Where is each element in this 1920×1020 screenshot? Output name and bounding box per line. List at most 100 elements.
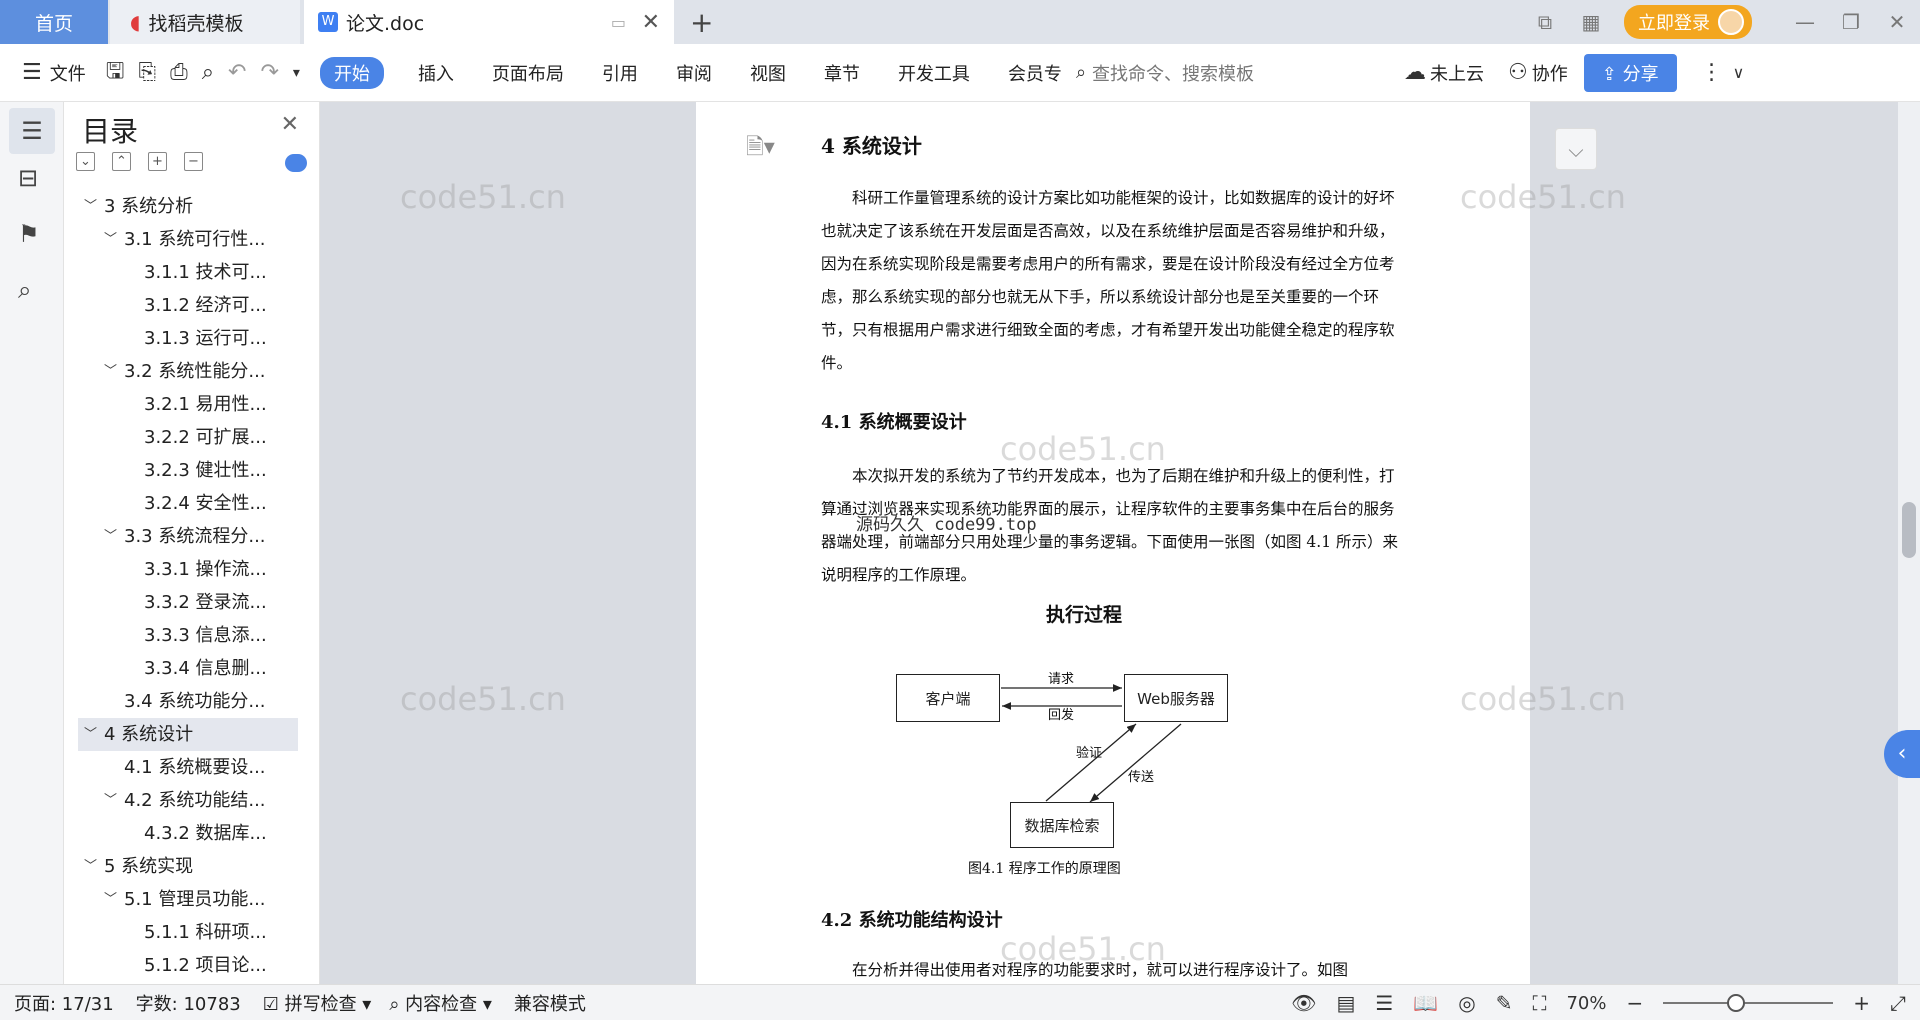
zoom-slider-knob[interactable]: [1727, 994, 1746, 1012]
tab-daoke[interactable]: ◖ 找稻壳模板: [110, 0, 300, 44]
layout-toggle-icon[interactable]: ⧉: [1522, 10, 1568, 34]
new-tab-icon[interactable]: +: [690, 6, 713, 39]
toc-item[interactable]: 3.1.1 技术可...: [78, 256, 298, 289]
zoom-slider[interactable]: [1663, 994, 1834, 1012]
toc-item[interactable]: 4.3.2 数据库...: [78, 817, 298, 850]
print-icon[interactable]: ⎙: [170, 60, 188, 85]
content-check-label: 内容检查: [405, 993, 478, 1015]
menu-file[interactable]: 文件: [50, 60, 86, 86]
undo-icon[interactable]: ↶: [228, 60, 246, 85]
cloud-status[interactable]: 未上云: [1430, 60, 1484, 86]
toc-item[interactable]: 3.3.3 信息添...: [78, 619, 298, 652]
find-icon[interactable]: ⌕: [18, 276, 31, 304]
close-toc-icon[interactable]: ✕: [281, 112, 299, 137]
quick-access-dropdown-icon[interactable]: ▾: [293, 65, 300, 81]
expand-all-icon[interactable]: ⌄: [76, 152, 95, 171]
menu-reference[interactable]: 引用: [602, 60, 638, 86]
zoom-in-icon[interactable]: +: [1853, 991, 1870, 1015]
fullscreen-icon[interactable]: ⤢: [1890, 991, 1906, 1015]
page-view-icon[interactable]: ▤: [1336, 991, 1355, 1015]
share-icon: ⇪: [1601, 63, 1623, 85]
word-count[interactable]: 字数: 10783: [136, 990, 241, 1016]
toc-panel-icon[interactable]: ☰: [9, 108, 55, 154]
toc-item[interactable]: 3.1.3 运行可...: [78, 322, 298, 355]
toc-item[interactable]: 3.2.1 易用性...: [78, 388, 298, 421]
zoom-level[interactable]: 70%: [1566, 993, 1606, 1014]
ai-assistant-icon[interactable]: [285, 154, 307, 172]
toc-item[interactable]: ﹀ 3.2 系统性能分...: [78, 355, 298, 388]
fit-page-icon[interactable]: ⛶: [1532, 991, 1546, 1015]
close-tab-icon[interactable]: ✕: [642, 10, 660, 35]
toc-item[interactable]: 3.1.2 经济可...: [78, 289, 298, 322]
toc-item[interactable]: 3.2.4 安全性...: [78, 487, 298, 520]
collapse-ribbon-icon[interactable]: ∨: [1733, 63, 1745, 82]
spell-check-button[interactable]: ☑ 拼写检查 ▾: [263, 990, 372, 1016]
toc-item[interactable]: 3.2.3 健壮性...: [78, 454, 298, 487]
add-heading-icon[interactable]: +: [148, 152, 167, 171]
tab-document-label: 论文.doc: [346, 12, 425, 35]
menu-review[interactable]: 审阅: [676, 60, 712, 86]
label-response: 回发: [1048, 708, 1075, 723]
toc-item[interactable]: 5.1.1 科研项...: [78, 916, 298, 949]
menu-chapter[interactable]: 章节: [824, 60, 860, 86]
page-indicator[interactable]: 页面: 17/31: [14, 990, 114, 1016]
login-button[interactable]: 立即登录: [1624, 5, 1752, 39]
collapse-all-icon[interactable]: ⌃: [112, 152, 131, 171]
eye-protect-icon[interactable]: 👁: [1291, 991, 1316, 1015]
scroll-thumb[interactable]: [1902, 502, 1916, 558]
toc-item[interactable]: 3.3.4 信息删...: [78, 652, 298, 685]
toc-item[interactable]: ﹀ 4.2 系统功能结...: [78, 784, 298, 817]
toc-item[interactable]: 3.3.2 登录流...: [78, 586, 298, 619]
search-icon[interactable]: ⌕: [1076, 62, 1086, 83]
outline-icon[interactable]: ⊟: [18, 164, 38, 192]
redo-icon[interactable]: ↷: [260, 60, 278, 85]
menu-devtools[interactable]: 开发工具: [898, 60, 970, 86]
minimize-icon[interactable]: —: [1782, 10, 1828, 34]
toc-item-selected[interactable]: ﹀ 4 系统设计: [78, 718, 298, 751]
export-icon[interactable]: ⎘: [138, 60, 156, 85]
bookmark-icon[interactable]: ⚑: [18, 220, 40, 248]
menu-insert[interactable]: 插入: [418, 60, 454, 86]
command-search[interactable]: 查找命令、搜索模板: [1092, 60, 1254, 86]
label-send: 传送: [1128, 770, 1155, 785]
toc-item[interactable]: 3.4 系统功能分...: [78, 685, 298, 718]
remove-heading-icon[interactable]: −: [184, 152, 203, 171]
collab-icon[interactable]: ⚇: [1508, 60, 1528, 85]
cloud-icon[interactable]: ☁: [1404, 60, 1426, 85]
tab-monitor-icon[interactable]: ▭: [611, 13, 626, 32]
toc-item[interactable]: 3.3.1 操作流...: [78, 553, 298, 586]
close-window-icon[interactable]: ✕: [1874, 10, 1920, 34]
zoom-out-icon[interactable]: −: [1626, 991, 1643, 1015]
toc-item[interactable]: ﹀ 3 系统分析: [78, 190, 298, 223]
filter-icon[interactable]: ⌵: [1555, 128, 1597, 170]
save-icon[interactable]: 🖫: [106, 54, 125, 92]
outline-view-icon[interactable]: ☰: [1375, 991, 1393, 1015]
menu-start[interactable]: 开始: [319, 56, 384, 89]
toc-item[interactable]: ﹀ 3.3 系统流程分...: [78, 520, 298, 553]
collab-button[interactable]: 协作: [1532, 60, 1568, 86]
menu-member[interactable]: 会员专: [1008, 60, 1062, 86]
toc-item[interactable]: 3.2.2 可扩展...: [78, 421, 298, 454]
web-view-icon[interactable]: ◎: [1458, 991, 1475, 1015]
print-preview-icon[interactable]: ⌕: [202, 60, 214, 85]
toc-item[interactable]: 4.1 系统概要设...: [78, 751, 298, 784]
more-icon[interactable]: ⋮: [1701, 60, 1723, 85]
restore-icon[interactable]: ❐: [1828, 10, 1874, 34]
toc-item[interactable]: ﹀ 5.1 管理员功能...: [78, 883, 298, 916]
toc-item[interactable]: ﹀ 5 系统实现: [78, 850, 298, 883]
hamburger-icon[interactable]: ☰: [22, 60, 42, 85]
write-mode-icon[interactable]: ✎: [1496, 991, 1513, 1015]
toc-item[interactable]: 5.1.2 项目论...: [78, 949, 298, 982]
daoke-logo-icon: ◖: [130, 10, 141, 34]
menu-page-layout[interactable]: 页面布局: [492, 60, 564, 86]
share-button[interactable]: ⇪ 分享: [1583, 53, 1677, 92]
apps-grid-icon[interactable]: ▦: [1568, 10, 1614, 34]
toc-item[interactable]: ﹀ 3.1 系统可行性...: [78, 223, 298, 256]
menu-view[interactable]: 视图: [750, 60, 786, 86]
tab-document[interactable]: W 论文.doc ▭ ✕: [304, 0, 674, 44]
tab-home[interactable]: 首页: [0, 0, 108, 44]
read-mode-icon[interactable]: 📖: [1413, 991, 1438, 1015]
content-check-button[interactable]: ⌕ 内容检查 ▾: [389, 990, 492, 1016]
document-page[interactable]: 🗎▾ 4 系统设计 科研工作量管理系统的设计方案比如功能框架的设计，比如数据库的…: [696, 102, 1530, 984]
vertical-scrollbar[interactable]: [1898, 102, 1920, 984]
